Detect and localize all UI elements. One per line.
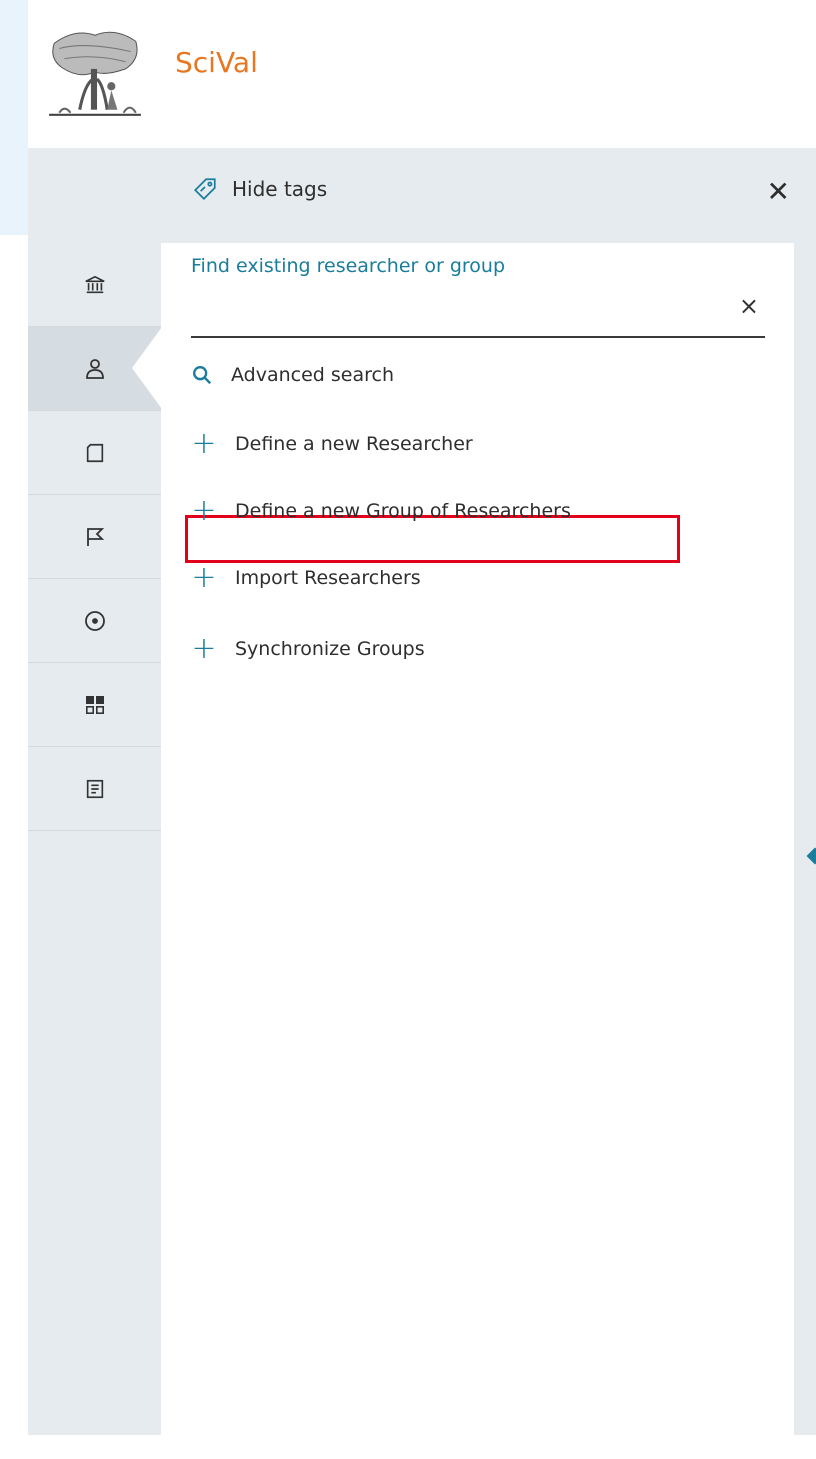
- rail-item-topics[interactable]: [28, 579, 161, 663]
- rail-item-dashboards[interactable]: [28, 663, 161, 747]
- search-label: Find existing researcher or group: [191, 255, 506, 277]
- rail-item-publications[interactable]: [28, 411, 161, 495]
- rail-item-countries[interactable]: [28, 495, 161, 579]
- side-panel: Hide tags ✕ Find existing researcher or …: [28, 148, 816, 1435]
- hide-tags-label: Hide tags: [232, 177, 328, 201]
- plus-icon: +: [191, 560, 217, 595]
- plus-icon: +: [191, 493, 217, 528]
- topic-icon: [84, 610, 105, 631]
- report-icon: [86, 779, 103, 798]
- dashboard-icon: [85, 695, 104, 714]
- tag-icon: [194, 178, 216, 200]
- institution-icon: [84, 275, 105, 293]
- plus-icon: +: [191, 631, 217, 666]
- search-input[interactable]: [191, 292, 715, 328]
- import-researchers-button[interactable]: + Import Researchers: [191, 560, 421, 595]
- publication-icon: [86, 443, 103, 462]
- rail-item-reports[interactable]: [28, 747, 161, 831]
- researcher-icon: [85, 358, 104, 379]
- close-icon[interactable]: ✕: [767, 178, 790, 206]
- define-researcher-button[interactable]: + Define a new Researcher: [191, 426, 473, 461]
- rail-item-institutions[interactable]: [28, 243, 161, 327]
- synchronize-groups-button[interactable]: + Synchronize Groups: [191, 631, 425, 666]
- content-area: Find existing researcher or group × Adva…: [161, 243, 794, 1435]
- synchronize-groups-label: Synchronize Groups: [235, 638, 425, 660]
- plus-icon: +: [191, 426, 217, 461]
- import-researchers-label: Import Researchers: [235, 567, 421, 589]
- search-icon: [193, 366, 212, 385]
- advanced-search-label: Advanced search: [231, 364, 395, 386]
- clear-search-icon[interactable]: ×: [739, 294, 759, 318]
- nav-rail: [28, 243, 162, 831]
- hide-tags-button[interactable]: Hide tags: [192, 176, 327, 202]
- search-field: ×: [191, 288, 765, 338]
- elsevier-tree-logo: [44, 23, 146, 125]
- define-group-label: Define a new Group of Researchers: [235, 500, 571, 522]
- define-group-button[interactable]: + Define a new Group of Researchers: [191, 493, 571, 528]
- flag-icon: [86, 527, 104, 546]
- rail-item-researchers[interactable]: [28, 327, 162, 411]
- advanced-search-link[interactable]: Advanced search: [191, 364, 394, 386]
- app-header: SciVal: [28, 0, 816, 148]
- define-researcher-label: Define a new Researcher: [235, 433, 473, 455]
- app-brand[interactable]: SciVal: [175, 46, 258, 79]
